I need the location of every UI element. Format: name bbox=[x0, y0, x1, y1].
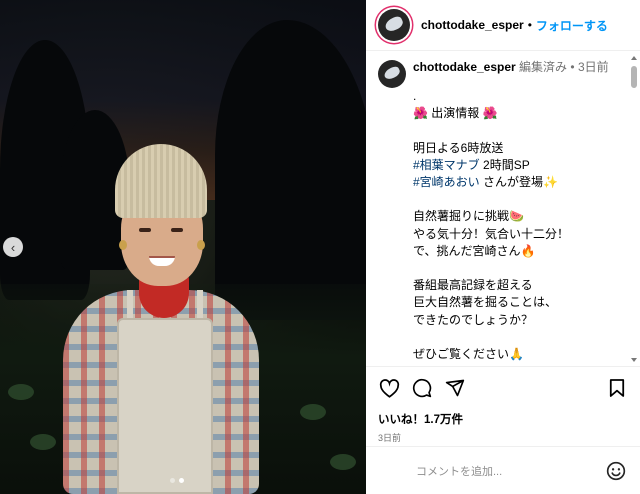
like-count[interactable]: いいね！1.7万件 bbox=[378, 411, 628, 427]
caption-avatar[interactable] bbox=[378, 60, 406, 88]
caption-line bbox=[413, 329, 628, 346]
caption-time[interactable]: 3日前 bbox=[578, 60, 609, 74]
bookmark-icon[interactable] bbox=[606, 377, 628, 399]
eye bbox=[139, 228, 151, 232]
separator-dot: • bbox=[527, 18, 532, 32]
plant bbox=[330, 454, 356, 470]
carousel-dot-active bbox=[179, 478, 184, 483]
caption-header: chottodake_esper 編集済み • 3日前 bbox=[378, 60, 628, 88]
header-username[interactable]: chottodake_esper bbox=[421, 18, 524, 32]
caption-line bbox=[413, 260, 628, 277]
eye bbox=[171, 228, 183, 232]
avatar[interactable] bbox=[378, 9, 410, 41]
comment-input[interactable]: コメントを追加... bbox=[416, 463, 606, 479]
plant bbox=[30, 434, 56, 450]
hashtag-link[interactable]: #宮崎あおい bbox=[413, 175, 480, 189]
caption-line: で、挑んだ宮崎さん🔥 bbox=[413, 243, 536, 258]
caption-meta: chottodake_esper 編集済み • 3日前 bbox=[413, 60, 609, 75]
post-time[interactable]: 3日前 bbox=[378, 431, 628, 444]
person bbox=[55, 140, 265, 494]
scroll-thumb[interactable] bbox=[631, 66, 637, 88]
post-details-panel: chottodake_esper • フォローする chottodake_esp… bbox=[366, 0, 640, 494]
comment-box[interactable]: コメントを追加... bbox=[366, 446, 640, 494]
comment-icon[interactable] bbox=[411, 377, 433, 399]
caption-line: 自然薯掘りに挑戦🍉 bbox=[413, 209, 524, 224]
plant bbox=[300, 404, 326, 420]
caption-username[interactable]: chottodake_esper bbox=[413, 60, 516, 74]
caption-text: . 🌺 出演情報 🌺 明日よる6時放送 #相葉マナブ 2時間SP #宮崎あおい さんが登… bbox=[413, 88, 628, 366]
smiley-icon[interactable] bbox=[606, 461, 626, 481]
carousel-dot bbox=[170, 478, 175, 483]
plant bbox=[8, 384, 34, 400]
caption-line: ぜひご覧ください🙏 bbox=[413, 346, 524, 361]
caption-line: できたのでしょうか？ bbox=[413, 312, 534, 327]
hashtag-link[interactable]: #相葉マナブ bbox=[413, 158, 480, 172]
caption-line: . bbox=[413, 89, 417, 103]
caption-line: やる気十分！気合い十二分！ bbox=[413, 226, 570, 241]
share-icon[interactable] bbox=[444, 377, 466, 399]
action-bar: いいね！1.7万件 3日前 bbox=[366, 366, 640, 444]
carousel-prev-button[interactable]: ‹ bbox=[3, 237, 23, 257]
caption-line: 番組最高記録を超える bbox=[413, 278, 533, 293]
scroll-up-arrow[interactable] bbox=[631, 56, 637, 60]
caption-scrollbar[interactable] bbox=[630, 52, 638, 366]
chevron-left-icon: ‹ bbox=[10, 239, 16, 255]
knit-beanie bbox=[115, 144, 207, 218]
action-icons bbox=[378, 377, 628, 399]
caption-line bbox=[413, 191, 628, 208]
heart-icon[interactable] bbox=[378, 377, 400, 399]
caption-line: #相葉マナブ 2時間SP bbox=[413, 157, 530, 172]
post-image[interactable]: ‹ bbox=[0, 0, 366, 494]
follow-button[interactable]: フォローする bbox=[536, 17, 608, 34]
scroll-down-arrow[interactable] bbox=[631, 358, 637, 362]
earring bbox=[119, 240, 127, 250]
earring bbox=[197, 240, 205, 250]
edited-label: 編集済み bbox=[519, 60, 568, 74]
caption-area: chottodake_esper 編集済み • 3日前 . 🌺 出演情報 🌺 明日よ… bbox=[366, 52, 628, 366]
caption-line: 明日よる6時放送 bbox=[413, 140, 504, 155]
post-header: chottodake_esper • フォローする bbox=[366, 0, 640, 51]
smile bbox=[149, 256, 175, 266]
caption-line: #宮崎あおい さんが登場✨ bbox=[413, 175, 558, 189]
separator-dot: • bbox=[570, 60, 575, 74]
caption-line: 巨大自然薯を掘ることは、 bbox=[413, 295, 558, 310]
caption-line: 🌺 出演情報 🌺 bbox=[413, 106, 498, 121]
carousel-indicator bbox=[170, 478, 184, 483]
apron bbox=[117, 318, 213, 494]
caption-line bbox=[413, 122, 628, 139]
